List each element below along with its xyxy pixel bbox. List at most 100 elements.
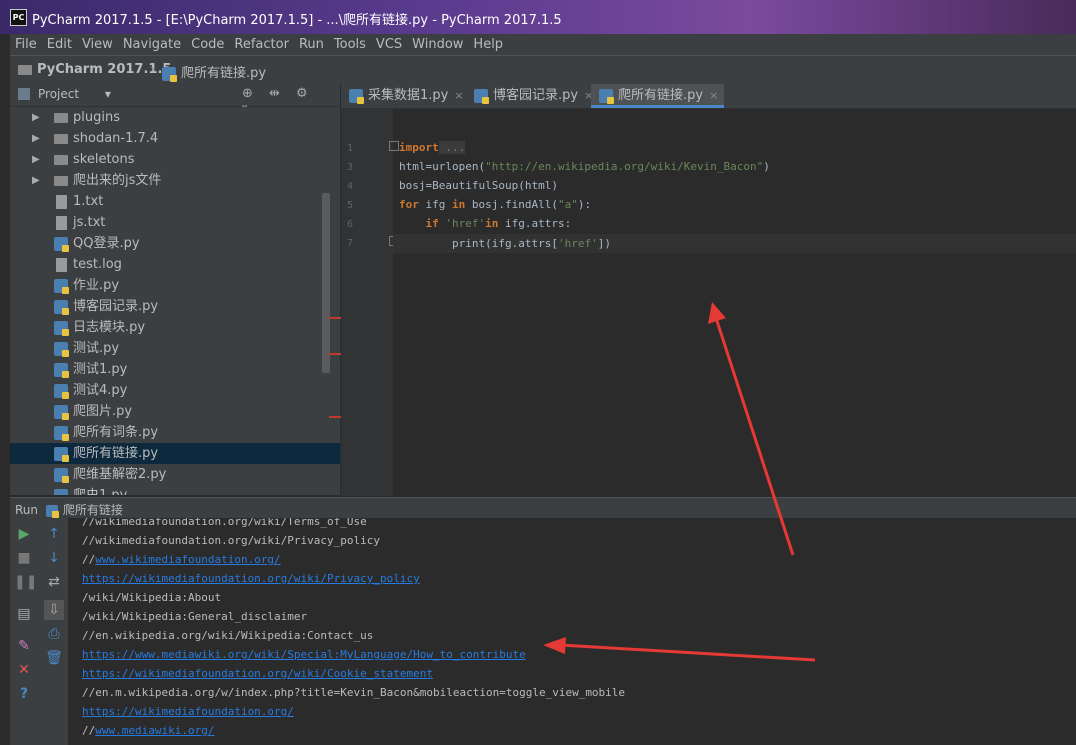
expand-arrow-icon[interactable]: ▶ [32, 107, 40, 128]
code-token: bosj.findAll( [465, 198, 558, 211]
console-link[interactable]: https://wikimediafoundation.org/wiki/Coo… [82, 667, 433, 680]
trash-icon[interactable]: 🗑 [44, 648, 64, 668]
console-link[interactable]: www.wikimediafoundation.org/ [95, 553, 280, 566]
console-line: /wiki/Wikipedia:General_disclaimer [82, 610, 307, 623]
code-token: bosj=BeautifulSoup(html) [399, 179, 558, 192]
tree-item[interactable]: test.log [10, 254, 340, 275]
rerun-icon[interactable]: ▶ [14, 524, 34, 544]
tree-item-label: 爬所有链接.py [73, 446, 159, 461]
console-link[interactable]: https://wikimediafoundation.org/wiki/Pri… [82, 572, 420, 585]
menu-item-code[interactable]: Code [186, 34, 229, 55]
menu-item-run[interactable]: Run [294, 34, 329, 55]
tree-item[interactable]: 测试4.py [10, 380, 340, 401]
tree-item[interactable]: 爬图片.py [10, 401, 340, 422]
tree-item[interactable]: 1.txt [10, 191, 340, 212]
soft-wrap-icon[interactable]: ⇄ [44, 572, 64, 592]
menu-item-tools[interactable]: Tools [329, 34, 371, 55]
menu-item-file[interactable]: File [10, 34, 42, 55]
tree-item[interactable]: ▶ skeletons [10, 149, 340, 170]
expand-arrow-icon[interactable]: ▶ [32, 149, 40, 170]
run-panel-header: Run 爬所有链接 [10, 497, 1076, 518]
console-link[interactable]: www.mediawiki.org/ [95, 724, 214, 737]
line-number: 6 [346, 219, 353, 230]
run-console[interactable]: //wikimediafoundation.org/wiki/Terms_of_… [68, 518, 1076, 745]
close-tab-icon[interactable]: × [454, 89, 463, 102]
text-file-icon [56, 257, 67, 272]
stop-icon[interactable]: ■ [14, 548, 34, 568]
menu-item-window[interactable]: Window [407, 34, 468, 55]
tree-item[interactable]: 爬所有词条.py [10, 422, 340, 443]
close-icon[interactable]: ✕ [14, 660, 34, 680]
menu-item-help[interactable]: Help [468, 34, 508, 55]
breadcrumb-separator: › [150, 62, 156, 77]
menu-item-navigate[interactable]: Navigate [118, 34, 186, 55]
tab-label: 博客园记录.py [493, 88, 579, 103]
tree-item[interactable]: ▶ plugins [10, 107, 340, 128]
editor-tab[interactable]: 爬所有链接.py × [591, 84, 724, 108]
expand-arrow-icon[interactable]: ▶ [32, 170, 40, 191]
code-editor[interactable]: 1 3 4 5 6 7 import ... html=urlopen("htt… [341, 109, 1076, 496]
text-file-icon [56, 194, 67, 209]
console-link[interactable]: https://www.mediawiki.org/wiki/Special:M… [82, 648, 526, 661]
menu-item-refactor[interactable]: Refactor [229, 34, 294, 55]
expand-arrow-icon[interactable]: ▶ [32, 128, 40, 149]
tree-item[interactable]: 爬所有链接.py [10, 443, 340, 464]
breadcrumb-file[interactable]: 爬所有链接.py [162, 62, 267, 82]
tree-item-content: 爬所有词条.py [54, 422, 158, 443]
close-tab-icon[interactable]: × [709, 89, 718, 102]
project-tree-scrollbar[interactable] [322, 193, 330, 373]
console-text: //en.wikipedia.org/wiki/Wikipedia:Contac… [82, 629, 374, 642]
run-toolbar: ▶ ■ ❚❚ ▤ ✎ ✕ ? ↑ ↓ ⇄ ⇩ ⎙ 🗑 [10, 518, 68, 745]
scroll-to-end-icon[interactable]: ⇩ [44, 600, 64, 620]
breadcrumb-file-label: 爬所有链接.py [181, 66, 267, 81]
python-file-icon [54, 404, 69, 420]
editor-tab[interactable]: 采集数据1.py × [341, 84, 469, 108]
arrow-up-icon[interactable]: ↑ [44, 524, 64, 544]
tree-item[interactable]: ▶ 爬出来的js文件 [10, 170, 340, 191]
python-file-icon [54, 383, 69, 399]
tree-item-label: skeletons [73, 152, 135, 167]
menu-item-vcs[interactable]: VCS [371, 34, 407, 55]
tree-item[interactable]: 日志模块.py [10, 317, 340, 338]
arrow-down-icon[interactable]: ↓ [44, 548, 64, 568]
tree-item[interactable]: 爬虫1.py [10, 485, 340, 495]
error-marker [329, 317, 341, 319]
fold-icon[interactable] [389, 141, 399, 151]
editor-tab[interactable]: 博客园记录.py × [466, 84, 594, 108]
layout-icon[interactable]: ▤ [14, 604, 34, 624]
tree-item[interactable]: 测试.py [10, 338, 340, 359]
line-number: 1 [346, 143, 353, 154]
project-view-selector[interactable]: Project ▾ [38, 87, 111, 101]
code-keyword: in [452, 198, 466, 211]
tree-item[interactable]: QQ登录.py [10, 233, 340, 254]
folded-region[interactable]: ... [438, 141, 466, 154]
pause-icon[interactable]: ❚❚ [14, 572, 37, 592]
code-line-5: for ifg in bosj.findAll("a"): [399, 198, 591, 211]
tree-item[interactable]: 博客园记录.py [10, 296, 340, 317]
console-line: https://wikimediafoundation.org/ [82, 705, 294, 718]
breadcrumb-project[interactable]: PyCharm 2017.1.5 [18, 62, 171, 77]
code-line-6: if 'href'in ifg.attrs: [399, 217, 572, 230]
tree-item[interactable]: 测试1.py [10, 359, 340, 380]
tree-item-label: shodan-1.7.4 [73, 131, 159, 146]
help-icon[interactable]: ? [14, 684, 34, 704]
pin-icon[interactable]: ✎ [14, 636, 34, 656]
run-config-name[interactable]: 爬所有链接 [63, 503, 123, 517]
menu-item-view[interactable]: View [77, 34, 118, 55]
error-marker [329, 353, 341, 355]
tree-item-label: QQ登录.py [73, 236, 140, 251]
tree-item[interactable]: 作业.py [10, 275, 340, 296]
console-line: /wiki/Wikipedia:About [82, 591, 221, 604]
folder-icon [54, 133, 68, 144]
tree-item[interactable]: js.txt [10, 212, 340, 233]
console-text: // [82, 553, 96, 566]
console-line: //www.wikimediafoundation.org/ [82, 553, 281, 566]
console-link[interactable]: https://wikimediafoundation.org/ [82, 705, 294, 718]
code-token: ifg.attrs: [498, 217, 572, 230]
project-panel-header: Project ▾ ⊕ ⇹ ⚙ ⇤ [10, 84, 340, 116]
editor-gutter: 1 3 4 5 6 7 [341, 109, 399, 496]
print-icon[interactable]: ⎙ [44, 624, 64, 644]
tree-item[interactable]: 爬维基解密2.py [10, 464, 340, 485]
menu-item-edit[interactable]: Edit [42, 34, 77, 55]
tree-item[interactable]: ▶ shodan-1.7.4 [10, 128, 340, 149]
